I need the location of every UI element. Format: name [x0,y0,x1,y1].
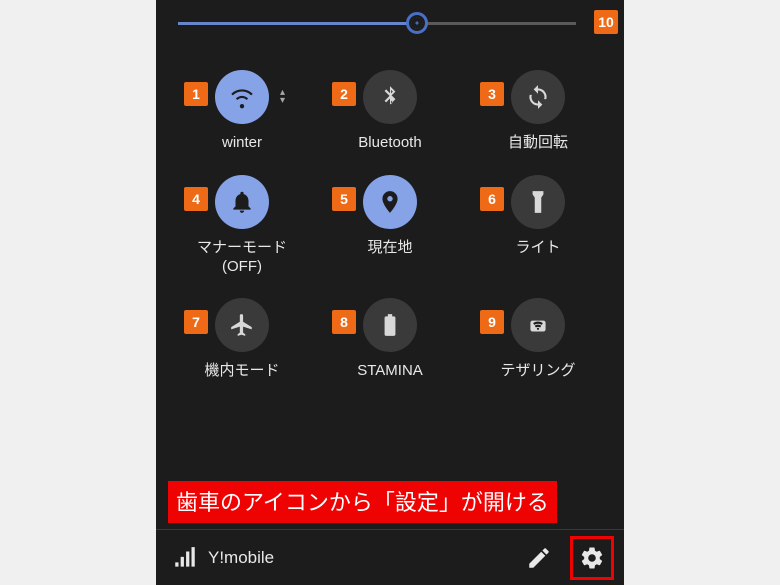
rotate-icon [525,84,551,110]
wifi-toggle[interactable]: ▴▾ [215,70,269,124]
hotspot-toggle[interactable] [511,298,565,352]
tile-label: 機内モード [204,362,279,381]
expand-indicator[interactable]: ▴▾ [280,89,285,105]
tile-label: 自動回転 [508,134,568,153]
airplane-toggle[interactable] [215,298,269,352]
quick-tiles-grid: 1 ▴▾ winter 2 Bluetooth 3 自動回転 4 マナーモード (OFF) 5 現在… [156,40,624,381]
airplane-icon [229,312,255,338]
bell-toggle[interactable] [215,175,269,229]
footer-bar: Y!mobile [156,529,624,585]
bluetooth-icon [377,84,403,110]
tile-label: STAMINA [357,362,423,381]
settings-highlight-box [570,536,614,580]
rotate-toggle[interactable] [511,70,565,124]
tile-battery: 8 STAMINA [316,298,464,381]
tile-label: Bluetooth [358,134,421,153]
flashlight-toggle[interactable] [511,175,565,229]
annotation-badge: 1 [184,82,208,106]
hotspot-icon [525,312,551,338]
tile-location: 5 現在地 [316,175,464,277]
location-toggle[interactable] [363,175,417,229]
brightness-slider[interactable]: 10 [156,0,624,40]
quick-settings-panel: 10 1 ▴▾ winter 2 Bluetooth 3 自動回転 4 マナーモード (OFF)… [156,0,624,585]
annotation-badge: 4 [184,187,208,211]
annotation-caption: 歯車のアイコンから「設定」が開ける [168,481,557,523]
tile-label: ライト [515,239,560,258]
signal-icon [172,545,198,571]
annotation-badge: 6 [480,187,504,211]
bell-icon [229,189,255,215]
bluetooth-toggle[interactable] [363,70,417,124]
tile-label: 現在地 [367,239,412,258]
carrier-info: Y!mobile [172,545,274,571]
annotation-badge: 2 [332,82,356,106]
annotation-badge: 8 [332,310,356,334]
brightness-icon [411,17,423,29]
tile-bell: 4 マナーモード (OFF) [168,175,316,277]
annotation-badge: 5 [332,187,356,211]
tile-wifi: 1 ▴▾ winter [168,70,316,153]
tile-rotate: 3 自動回転 [464,70,612,153]
tile-label: テザリング [500,362,575,381]
slider-track-fill [178,22,417,25]
battery-toggle[interactable] [363,298,417,352]
tile-bluetooth: 2 Bluetooth [316,70,464,153]
location-icon [377,189,403,215]
carrier-name: Y!mobile [208,548,274,568]
tile-label: winter [222,134,262,153]
battery-icon [377,312,403,338]
annotation-badge: 9 [480,310,504,334]
tile-hotspot: 9 テザリング [464,298,612,381]
flashlight-icon [525,189,551,215]
annotation-badge: 7 [184,310,208,334]
wifi-icon [229,84,255,110]
annotation-badge: 3 [480,82,504,106]
annotation-badge-10: 10 [594,10,618,34]
edit-icon[interactable] [526,545,552,571]
tile-label: マナーモード (OFF) [197,239,287,277]
brightness-thumb[interactable] [406,12,428,34]
tile-airplane: 7 機内モード [168,298,316,381]
gear-icon[interactable] [579,545,605,571]
tile-flashlight: 6 ライト [464,175,612,277]
